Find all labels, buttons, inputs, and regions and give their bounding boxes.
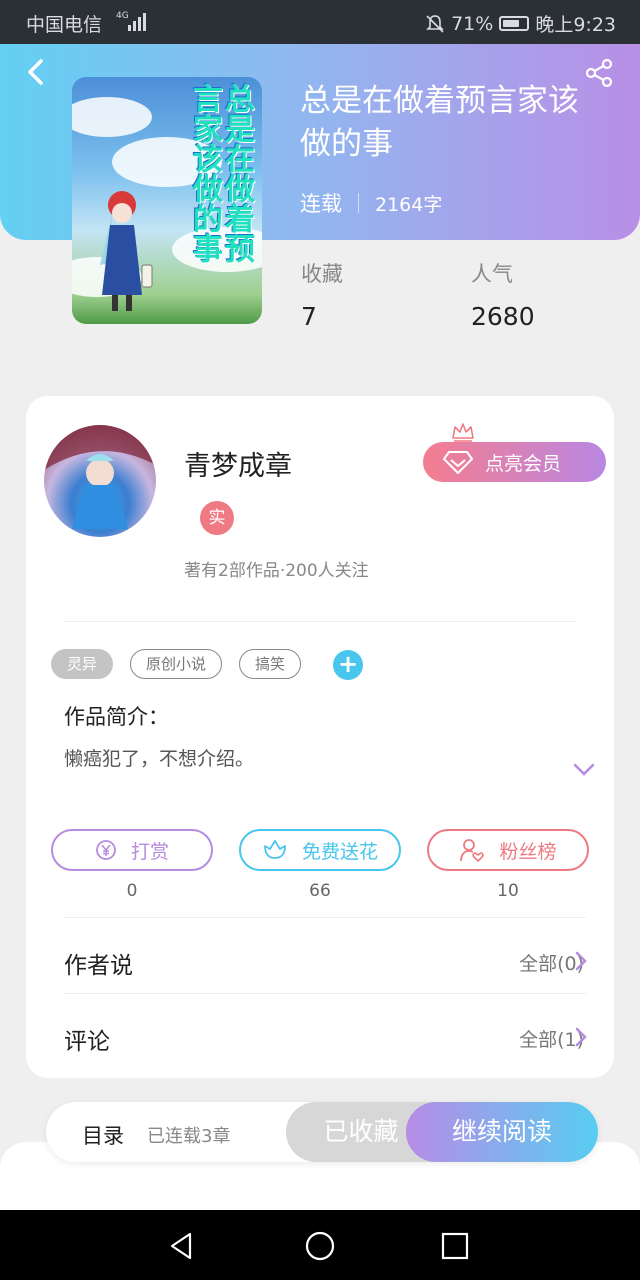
divider xyxy=(64,993,586,994)
intro-text: 懒癌犯了，不想介绍。 xyxy=(64,748,255,770)
stat-value: 2680 xyxy=(471,302,535,331)
stat-label: 收藏 xyxy=(301,262,343,286)
nav-recents-icon[interactable] xyxy=(437,1228,473,1264)
tag-chip[interactable]: 原创小说 xyxy=(130,649,222,679)
system-nav-bar xyxy=(0,1210,640,1280)
battery-percent: 71% xyxy=(451,12,494,35)
meta-divider xyxy=(358,193,359,213)
chevron-right-icon[interactable] xyxy=(574,950,588,972)
table-of-contents-button[interactable]: 目录 xyxy=(82,1120,124,1150)
clock: 晚上9:23 xyxy=(535,14,616,36)
back-arrow-icon[interactable] xyxy=(24,58,48,86)
serial-status: 连载 xyxy=(300,192,342,216)
fan-count: 10 xyxy=(497,881,519,901)
send-flower-label: 免费送花 xyxy=(301,840,378,863)
verified-badge: 实 xyxy=(200,501,234,535)
cover-illustration xyxy=(100,191,153,311)
mute-bell-icon xyxy=(426,14,445,33)
book-meta: 连载 2164字 xyxy=(300,188,442,218)
book-title: 总是在做着预言家该做的事 xyxy=(300,83,579,162)
author-summary: 著有2部作品·200人关注 xyxy=(184,561,369,581)
word-count: 2164字 xyxy=(375,193,443,216)
chapter-count[interactable]: 已连载3章 xyxy=(147,1122,230,1148)
author-notes-title[interactable]: 作者说 xyxy=(64,946,133,980)
divider xyxy=(64,917,586,918)
avatar-illustration xyxy=(44,425,156,529)
continue-reading-button[interactable]: 继续阅读 xyxy=(406,1102,598,1162)
author-avatar[interactable] xyxy=(44,425,156,537)
author-name[interactable]: 青梦成章 xyxy=(184,444,292,483)
divider xyxy=(64,621,576,622)
yen-coin-icon xyxy=(96,840,116,860)
cover-title-art: 总是在做着预言家该做的事 xyxy=(187,83,254,263)
carrier-label: 中国电信 xyxy=(26,14,103,36)
battery-icon xyxy=(499,16,530,31)
nav-back-icon[interactable] xyxy=(164,1228,200,1264)
tip-label: 打赏 xyxy=(130,840,169,863)
flower-icon xyxy=(264,840,286,859)
status-bar: 中国电信 4G 71% 晚上9:23 xyxy=(0,0,640,44)
network-type: 4G xyxy=(116,11,129,21)
fan-ranking-button[interactable]: 粉丝榜 xyxy=(427,829,589,871)
diamond-icon xyxy=(443,451,473,474)
comments-title[interactable]: 评论 xyxy=(64,1022,110,1056)
fan-ranking-label: 粉丝榜 xyxy=(499,840,557,863)
book-cover[interactable]: 总是在做着预言家该做的事 xyxy=(72,77,262,324)
activate-vip-button[interactable]: 点亮会员 xyxy=(423,442,606,482)
vip-button-label: 点亮会员 xyxy=(485,452,562,475)
add-tag-button[interactable]: + xyxy=(333,650,363,680)
stat-label: 人气 xyxy=(471,262,513,286)
chevron-down-icon[interactable] xyxy=(572,762,596,778)
tip-button[interactable]: 打赏 xyxy=(51,829,213,871)
tip-count: 0 xyxy=(126,881,138,901)
stat-value: 7 xyxy=(301,302,317,331)
user-heart-icon xyxy=(460,839,485,863)
flower-count: 66 xyxy=(309,881,331,901)
intro-heading: 作品简介： xyxy=(64,705,169,729)
send-flower-button[interactable]: 免费送花 xyxy=(239,829,401,871)
tag-chip[interactable]: 搞笑 xyxy=(239,649,301,679)
crown-icon xyxy=(452,423,474,442)
signal-icon xyxy=(128,13,146,31)
stat-favorites: 收藏 7 xyxy=(301,258,343,331)
chevron-right-icon[interactable] xyxy=(574,1026,588,1048)
stat-popularity: 人气 2680 xyxy=(471,258,535,331)
tag-chip[interactable]: 灵异 xyxy=(51,649,113,679)
nav-home-icon[interactable] xyxy=(302,1228,338,1264)
